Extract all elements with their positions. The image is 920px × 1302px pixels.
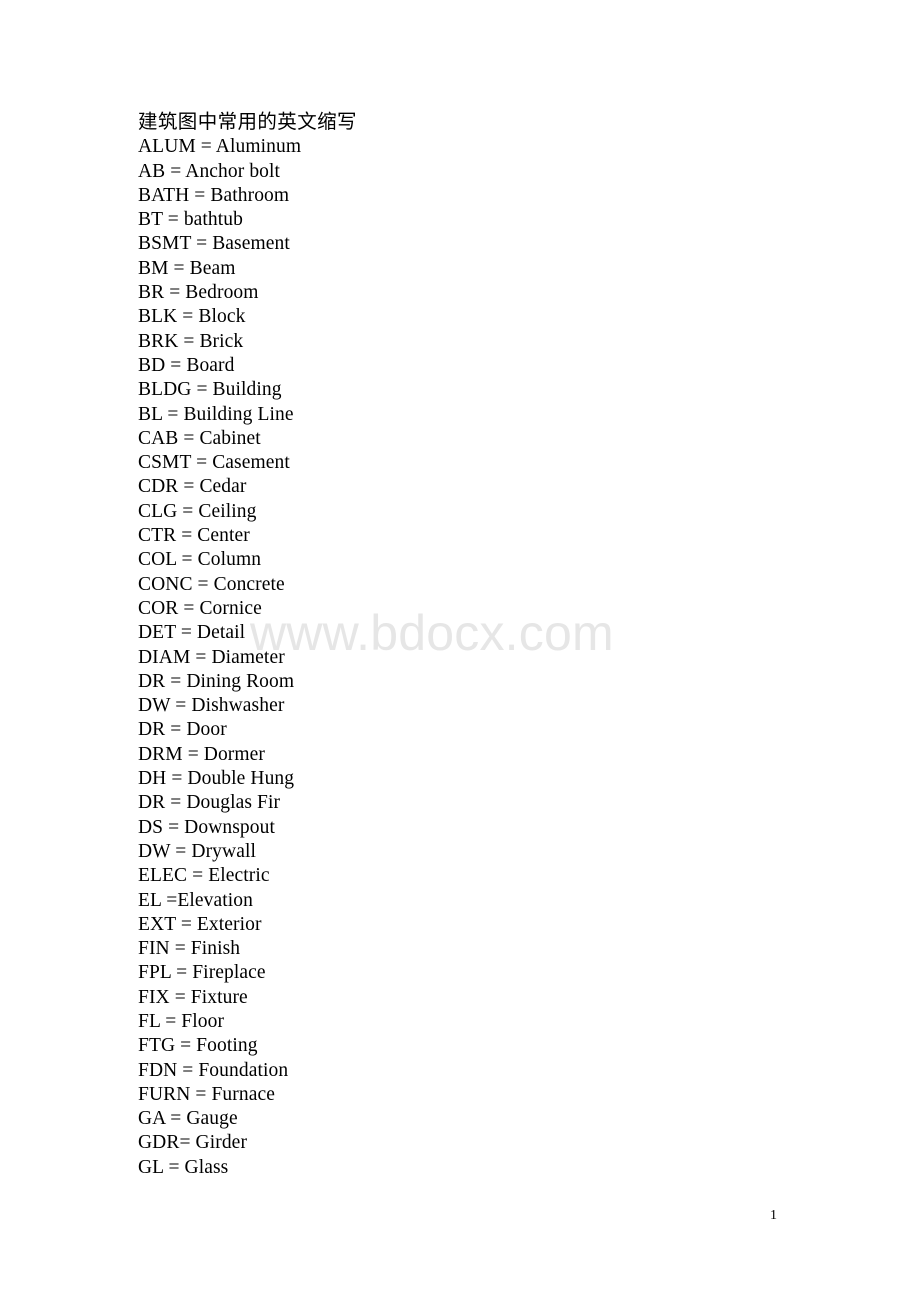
list-item: DW = Dishwasher xyxy=(138,695,285,717)
list-item: ELEC = Electric xyxy=(138,865,270,887)
list-item: BD = Board xyxy=(138,354,235,376)
list-item: FURN = Furnace xyxy=(138,1083,275,1105)
list-item: DIAM = Diameter xyxy=(138,646,285,668)
list-item: DR = Douglas Fir xyxy=(138,792,281,814)
list-item: FIN = Finish xyxy=(138,938,241,960)
list-item: FIX = Fixture xyxy=(138,986,248,1008)
list-item: BLDG = Building xyxy=(138,379,282,401)
list-item: DS = Downspout xyxy=(138,816,275,838)
list-item: DW = Drywall xyxy=(138,840,256,862)
list-item: FDN = Foundation xyxy=(138,1059,289,1081)
list-item: BLK = Block xyxy=(138,306,246,328)
list-item: CAB = Cabinet xyxy=(138,427,261,449)
list-item: CONC = Concrete xyxy=(138,573,285,595)
list-item: DR = Dining Room xyxy=(138,670,295,692)
list-item: DRM = Dormer xyxy=(138,743,266,765)
list-item: GA = Gauge xyxy=(138,1108,238,1130)
list-item: BATH = Bathroom xyxy=(138,184,290,206)
list-item: AB = Anchor bolt xyxy=(138,160,281,182)
list-item: DR = Door xyxy=(138,719,227,741)
list-item: BR = Bedroom xyxy=(138,282,259,304)
list-item: FL = Floor xyxy=(138,1010,225,1032)
list-item: BL = Building Line xyxy=(138,403,294,425)
list-item: DH = Double Hung xyxy=(138,768,295,790)
list-item: ALUM = Aluminum xyxy=(138,136,302,158)
document-page: www.bdocx.com 建筑图中常用的英文缩写 ALUM = Aluminu… xyxy=(0,0,920,1302)
list-item: DET = Detail xyxy=(138,622,246,644)
list-item: CSMT = Casement xyxy=(138,452,290,474)
list-item: GDR= Girder xyxy=(138,1132,248,1154)
list-item: EXT = Exterior xyxy=(138,913,262,935)
list-item: BRK = Brick xyxy=(138,330,244,352)
list-item: COR = Cornice xyxy=(138,597,262,619)
page-title: 建筑图中常用的英文缩写 xyxy=(138,112,357,133)
list-item: COL = Column xyxy=(138,549,262,571)
list-item: BT = bathtub xyxy=(138,209,244,231)
abbreviation-list: ALUM = Aluminum AB = Anchor bolt BATH = … xyxy=(138,135,798,1180)
list-item: EL =Elevation xyxy=(138,889,253,911)
list-item: FPL = Fireplace xyxy=(138,962,266,984)
list-item: BM = Beam xyxy=(138,257,236,279)
list-item: CDR = Cedar xyxy=(138,476,247,498)
list-item: GL = Glass xyxy=(138,1156,229,1178)
page-number: 1 xyxy=(770,1208,777,1223)
list-item: FTG = Footing xyxy=(138,1035,258,1057)
document-body: 建筑图中常用的英文缩写 ALUM = Aluminum AB = Anchor … xyxy=(138,111,798,1180)
list-item: CTR = Center xyxy=(138,525,250,547)
list-item: CLG = Ceiling xyxy=(138,500,257,522)
list-item: BSMT = Basement xyxy=(138,233,290,255)
